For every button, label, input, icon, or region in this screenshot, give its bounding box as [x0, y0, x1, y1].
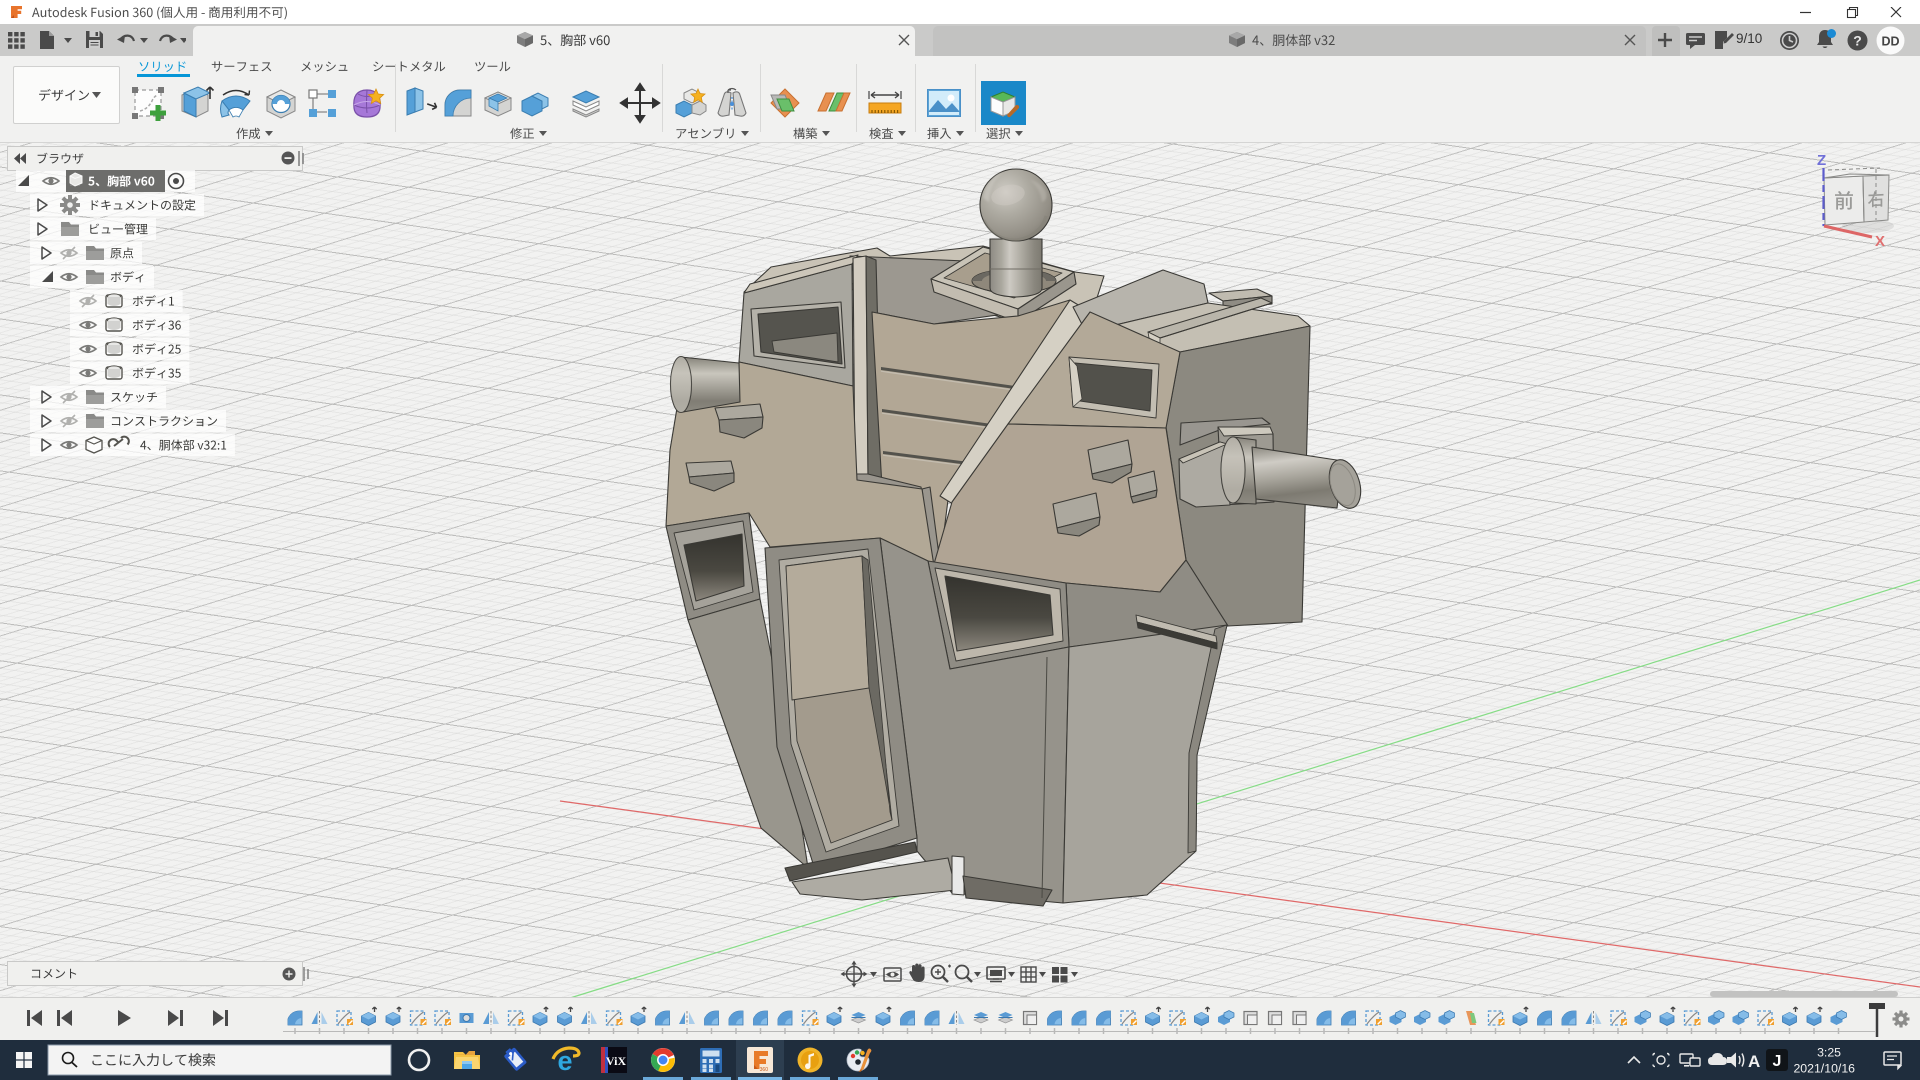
svg-text:2021/10/16: 2021/10/16 [1793, 1062, 1855, 1076]
svg-text:3:25: 3:25 [1817, 1046, 1841, 1060]
svg-text:Z: Z [1817, 152, 1826, 169]
svg-text:J: J [1773, 1053, 1782, 1070]
svg-text:A: A [1748, 1052, 1760, 1071]
svg-text:X: X [1875, 233, 1885, 250]
svg-text:DD: DD [1881, 35, 1899, 49]
svg-text:?: ? [1853, 33, 1862, 49]
svg-text:360: 360 [760, 1067, 769, 1073]
svg-text:ViX: ViX [606, 1054, 627, 1068]
